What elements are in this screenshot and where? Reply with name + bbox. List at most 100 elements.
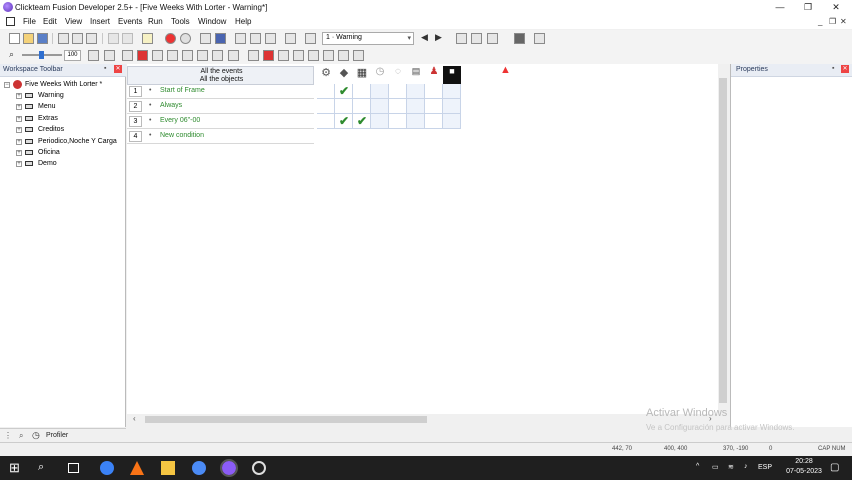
open-folder-icon[interactable] [23,33,34,44]
delete-event-icon[interactable] [263,50,274,61]
action-cell[interactable] [443,114,461,129]
action-cell[interactable] [317,99,335,114]
file-explorer-icon[interactable] [161,461,175,475]
new-file-icon[interactable] [9,33,20,44]
breakpoint-icon[interactable] [228,50,239,61]
tree-application[interactable]: Five Weeks With Lorter * [25,81,102,88]
search-events-icon[interactable] [182,50,193,61]
zoom-value-field[interactable]: 100 [64,50,81,61]
vlc-icon[interactable] [130,461,144,475]
clickteam-fusion-icon[interactable] [220,459,238,477]
bookmark-icon[interactable] [197,50,208,61]
insert-condition-icon[interactable] [137,50,148,61]
expand-toggle-icon[interactable]: + [16,161,22,167]
find-icon[interactable] [338,50,349,61]
special-object-icon[interactable]: ⚙ [317,66,335,85]
event-row[interactable]: 3 • Every 06"-00 [127,114,314,129]
collapse-toggle-icon[interactable]: − [4,82,10,88]
minimize-button[interactable]: — [766,0,794,15]
clock-time[interactable]: 20:28 [785,458,823,465]
event-group-icon[interactable] [152,50,163,61]
player-object-icon[interactable]: ♟ [425,66,443,85]
stop-icon[interactable] [514,33,525,44]
event-condition-text[interactable]: Always [160,102,182,109]
action-cell[interactable]: ✔ [335,84,353,99]
next-frame-arrow-icon[interactable]: ▶ [435,32,442,43]
menu-file[interactable]: File [23,17,36,26]
menu-tools[interactable]: Tools [171,17,190,26]
filter-icon[interactable] [285,33,296,44]
event-row[interactable]: 2 • Always [127,99,314,114]
profiler-tab[interactable]: Profiler [46,432,68,439]
tree-frame-demo[interactable]: Demo [38,160,57,167]
save-icon[interactable] [37,33,48,44]
action-cell[interactable] [407,84,425,99]
data-elements-icon[interactable] [265,33,276,44]
action-cell[interactable] [317,84,335,99]
action-cell[interactable] [353,99,371,114]
timer-object-icon[interactable]: ◷ [371,66,389,85]
frame-selector-dropdown[interactable]: 1 · Warning ▾ [322,32,414,45]
storyboard-object-icon[interactable]: ▦ [353,66,371,85]
event-condition-text[interactable]: Start of Frame [160,87,205,94]
action-cell[interactable] [425,84,443,99]
event-condition-text[interactable]: New condition [160,132,204,139]
event-row[interactable]: 4 • New condition [127,129,314,144]
pin-icon[interactable]: ▪ [832,65,834,72]
sound-object-icon[interactable]: ◆ [335,66,353,85]
event-row[interactable]: 1 • Start of Frame [127,84,314,99]
horizontal-scroll-thumb[interactable] [145,416,427,423]
clock-date[interactable]: 07-05-2023 [781,468,827,475]
menu-edit[interactable]: Edit [43,17,57,26]
close-button[interactable]: ✕ [822,0,850,15]
event-condition-text[interactable]: Every 06"-00 [160,117,200,124]
run-application-icon[interactable] [165,33,176,44]
restore-button[interactable]: ❐ [794,0,822,15]
action-cell[interactable] [425,99,443,114]
battery-icon[interactable]: ▭ [712,463,719,471]
build-shield-icon[interactable] [142,33,153,44]
menu-window[interactable]: Window [198,17,226,26]
volume-icon[interactable]: ♪ [744,463,748,470]
action-cell[interactable] [371,99,389,114]
paste-icon[interactable] [86,33,97,44]
close-panel-icon[interactable]: ✕ [841,65,849,73]
scroll-left-arrow-icon[interactable]: ‹ [133,414,136,423]
pin-icon[interactable]: ▪ [104,65,106,72]
grid-icon[interactable] [88,50,99,61]
action-cell[interactable] [389,84,407,99]
tree-frame-extras[interactable]: Extras [38,115,58,122]
redo-icon[interactable] [122,33,133,44]
tree-frame-creditos[interactable]: Creditos [38,126,64,133]
menu-events[interactable]: Events [118,17,142,26]
action-cell[interactable] [443,99,461,114]
menu-view[interactable]: View [65,17,82,26]
create-object-icon[interactable]: ◌ [389,66,407,85]
event-editor-icon[interactable] [235,33,246,44]
expand-toggle-icon[interactable]: + [16,104,22,110]
action-cell[interactable]: ✔ [335,114,353,129]
menu-insert[interactable]: Insert [90,17,110,26]
search-tab-icon[interactable]: ⌕ [19,431,23,441]
active-object-icon[interactable]: ■ [443,66,461,85]
action-cell[interactable] [443,84,461,99]
action-cell[interactable] [371,84,389,99]
windows-start-icon[interactable]: ⊞ [9,461,23,475]
copy-icon[interactable] [72,33,83,44]
run-frame-icon[interactable] [180,33,191,44]
event-list-icon[interactable] [250,33,261,44]
event-list-view-icon[interactable] [248,50,259,61]
action-cell[interactable] [425,114,443,129]
mdi-close-button[interactable]: ✕ [840,17,847,26]
action-cell[interactable] [389,114,407,129]
vertical-scroll-thumb[interactable] [719,78,727,403]
storyboard-icon[interactable] [200,33,211,44]
new-event-icon[interactable] [122,50,133,61]
object-filter-icon[interactable] [323,50,334,61]
window-options-icon[interactable] [487,33,498,44]
search-icon[interactable]: ⌕ [38,461,52,475]
action-cell[interactable] [335,99,353,114]
chrome-icon[interactable] [100,461,114,475]
snap-icon[interactable] [104,50,115,61]
mdi-child-icon[interactable] [6,17,15,26]
